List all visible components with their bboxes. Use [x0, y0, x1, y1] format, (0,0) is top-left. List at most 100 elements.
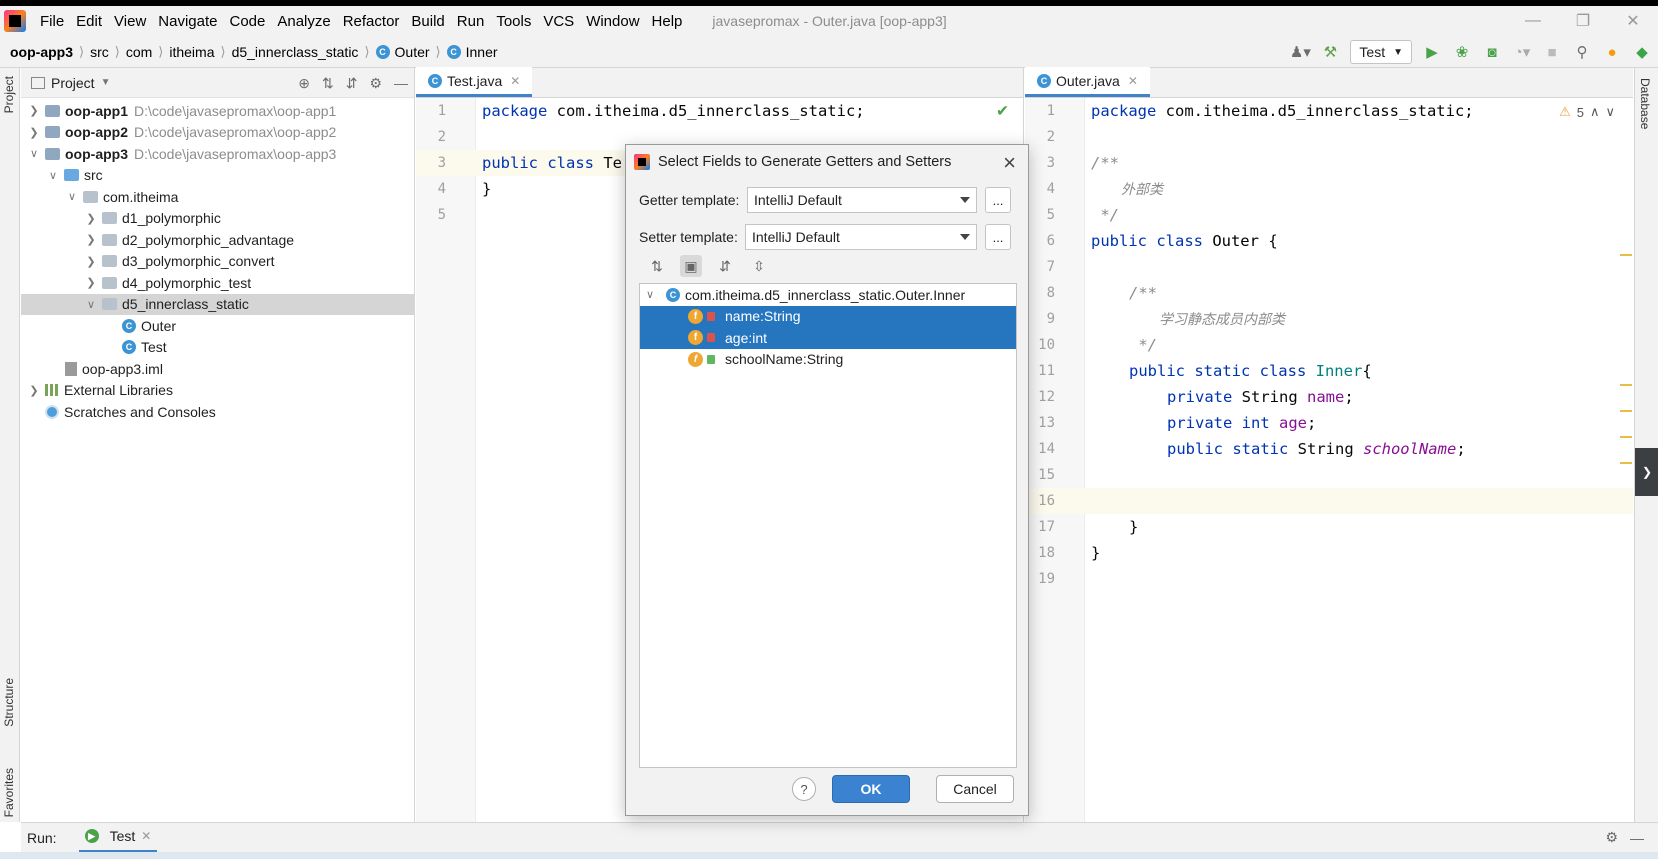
- expand-panel-button[interactable]: ❯: [1635, 448, 1658, 496]
- update-icon[interactable]: ●: [1602, 42, 1622, 62]
- chevron-right-icon[interactable]: ❯: [84, 233, 98, 246]
- chevron-right-icon[interactable]: ❯: [27, 126, 41, 139]
- gear-icon[interactable]: ⚙: [1605, 829, 1618, 846]
- chevron-down-icon[interactable]: ∨: [646, 288, 666, 301]
- getter-template-select[interactable]: IntelliJ Default: [747, 187, 977, 213]
- code-line[interactable]: 9 学习静态成员内部类: [1025, 306, 1633, 332]
- warning-marker[interactable]: [1620, 462, 1632, 464]
- code-line[interactable]: 15: [1025, 462, 1633, 488]
- expand-all-icon[interactable]: ⇵: [714, 255, 736, 277]
- ok-button[interactable]: OK: [832, 775, 910, 803]
- code-line[interactable]: 2: [1025, 124, 1633, 150]
- breadcrumb-outer[interactable]: C Outer: [372, 44, 434, 60]
- warning-marker[interactable]: [1620, 410, 1632, 412]
- help-button[interactable]: ?: [792, 777, 816, 801]
- field-row-age[interactable]: f age:int: [640, 327, 1016, 349]
- tab-test-java[interactable]: C Test.java ✕: [416, 67, 533, 97]
- plugin-icon[interactable]: ◆: [1632, 42, 1652, 62]
- close-window-icon[interactable]: ✕: [1608, 6, 1658, 36]
- menu-tools[interactable]: Tools: [490, 13, 537, 30]
- hide-icon[interactable]: —: [1630, 830, 1644, 846]
- tab-outer-java[interactable]: C Outer.java ✕: [1025, 67, 1150, 97]
- stop-icon[interactable]: ■: [1542, 42, 1562, 62]
- coverage-icon[interactable]: ◙: [1482, 42, 1502, 62]
- tree-item-oop-app3[interactable]: ∨ oop-app3 D:\code\javasepromax\oop-app3: [21, 143, 414, 165]
- field-row-schoolname[interactable]: f schoolName:String: [640, 349, 1016, 371]
- tree-item-src[interactable]: ∨ src: [21, 165, 414, 187]
- menu-code[interactable]: Code: [223, 13, 271, 30]
- code-line[interactable]: 1 package com.itheima.d5_innerclass_stati…: [1025, 98, 1633, 124]
- menu-help[interactable]: Help: [646, 13, 689, 30]
- tree-item-d3[interactable]: ❯ d3_polymorphic_convert: [21, 251, 414, 273]
- user-icon[interactable]: ♟▾: [1290, 42, 1311, 62]
- structure-tool-tab[interactable]: Structure: [2, 678, 16, 727]
- chevron-right-icon[interactable]: ❯: [84, 212, 98, 225]
- tree-item-d2[interactable]: ❯ d2_polymorphic_advantage: [21, 229, 414, 251]
- menu-refactor[interactable]: Refactor: [337, 13, 406, 30]
- run-tab-test[interactable]: ▶ Test ✕: [78, 823, 158, 853]
- close-icon[interactable]: ×: [1003, 150, 1016, 176]
- tree-item-oop-app2[interactable]: ❯ oop-app2 D:\code\javasepromax\oop-app2: [21, 122, 414, 144]
- tree-item-d4[interactable]: ❯ d4_polymorphic_test: [21, 272, 414, 294]
- tree-item-external-libraries[interactable]: ❯ External Libraries: [21, 380, 414, 402]
- tree-item-outer[interactable]: C Outer: [21, 315, 414, 337]
- code-line[interactable]: 14 public static String schoolName;: [1025, 436, 1633, 462]
- run-icon[interactable]: ▶: [1422, 42, 1442, 62]
- favorites-tool-tab[interactable]: Favorites: [2, 768, 16, 817]
- breadcrumb-package[interactable]: d5_innerclass_static: [228, 44, 363, 60]
- chevron-right-icon[interactable]: ❯: [27, 384, 41, 397]
- tree-item-iml[interactable]: oop-app3.iml: [21, 358, 414, 380]
- expand-all-icon[interactable]: ⇅: [322, 75, 334, 92]
- warning-marker[interactable]: [1620, 254, 1632, 256]
- menu-window[interactable]: Window: [580, 13, 645, 30]
- tree-item-com-itheima[interactable]: ∨ com.itheima: [21, 186, 414, 208]
- close-tab-icon[interactable]: ✕: [1128, 74, 1138, 88]
- code-line[interactable]: 10 */: [1025, 332, 1633, 358]
- hide-icon[interactable]: —: [394, 75, 408, 91]
- collapse-all-icon[interactable]: ⇳: [748, 255, 770, 277]
- menu-navigate[interactable]: Navigate: [152, 13, 223, 30]
- code-line[interactable]: 5 */: [1025, 202, 1633, 228]
- breadcrumb-module[interactable]: oop-app3: [0, 44, 77, 60]
- menu-edit[interactable]: Edit: [70, 13, 108, 30]
- code-line[interactable]: 7: [1025, 254, 1633, 280]
- code-line[interactable]: 18}: [1025, 540, 1633, 566]
- chevron-down-icon[interactable]: ∨: [65, 190, 79, 203]
- warning-marker[interactable]: [1620, 384, 1632, 386]
- setter-template-more-button[interactable]: ...: [985, 224, 1011, 250]
- code-line[interactable]: 17}: [1025, 514, 1633, 540]
- breadcrumb-com[interactable]: com: [122, 44, 156, 60]
- code-line[interactable]: 4 外部类: [1025, 176, 1633, 202]
- menu-vcs[interactable]: VCS: [537, 13, 580, 30]
- breadcrumb-itheima[interactable]: itheima: [165, 44, 218, 60]
- field-row-name[interactable]: f name:String: [640, 305, 1016, 327]
- run-configuration-select[interactable]: Test ▼: [1350, 40, 1412, 64]
- menu-view[interactable]: View: [108, 13, 152, 30]
- tree-item-d5[interactable]: ∨ d5_innerclass_static: [21, 293, 414, 315]
- chevron-down-icon[interactable]: ▼: [101, 77, 111, 88]
- locate-icon[interactable]: ⊕: [298, 75, 310, 92]
- project-tool-tab[interactable]: Project: [2, 76, 16, 113]
- chevron-right-icon[interactable]: ❯: [27, 104, 41, 117]
- database-tool-tab[interactable]: Database: [1638, 78, 1652, 129]
- breadcrumb-inner[interactable]: C Inner: [443, 44, 502, 60]
- tree-root-class[interactable]: ∨ C com.itheima.d5_innerclass_static.Out…: [640, 284, 1016, 306]
- chevron-right-icon[interactable]: ❯: [84, 255, 98, 268]
- show-classes-icon[interactable]: ▣: [680, 255, 702, 277]
- cancel-button[interactable]: Cancel: [936, 775, 1014, 803]
- minimize-icon[interactable]: —: [1508, 6, 1558, 36]
- warning-marker[interactable]: [1620, 436, 1632, 438]
- chevron-right-icon[interactable]: ❯: [84, 276, 98, 289]
- tree-item-test[interactable]: C Test: [21, 337, 414, 359]
- code-line[interactable]: 13 private int age;: [1025, 410, 1633, 436]
- sort-alphabetically-icon[interactable]: ⇅: [646, 255, 668, 277]
- profile-icon[interactable]: ◔▾: [1512, 42, 1532, 62]
- debug-icon[interactable]: ❀: [1452, 42, 1472, 62]
- restore-icon[interactable]: ❐: [1558, 6, 1608, 36]
- close-tab-icon[interactable]: ✕: [510, 74, 520, 88]
- chevron-down-icon[interactable]: ∨: [46, 169, 60, 182]
- code-line[interactable]: 8 /**: [1025, 280, 1633, 306]
- close-tab-icon[interactable]: ✕: [141, 829, 151, 843]
- getter-template-more-button[interactable]: ...: [985, 187, 1011, 213]
- project-panel-title[interactable]: Project: [51, 75, 95, 91]
